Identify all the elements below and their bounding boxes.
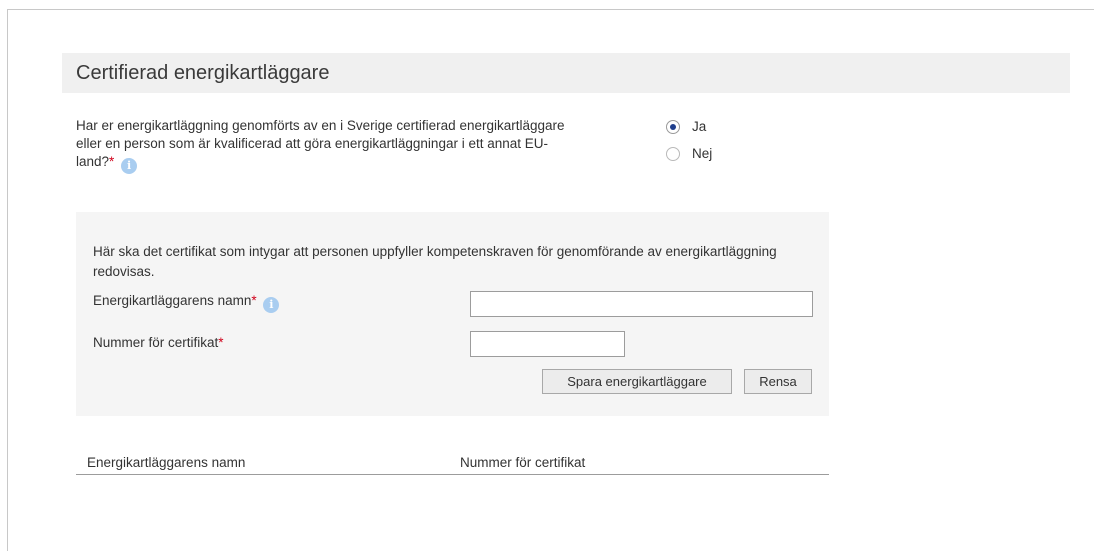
radio-button-ja[interactable] — [666, 119, 680, 134]
table-divider — [76, 474, 829, 475]
name-field-label: Energikartläggarens namn* i — [93, 293, 280, 313]
required-asterisk: * — [109, 154, 115, 169]
name-info-icon[interactable]: i — [263, 297, 280, 313]
info-icon[interactable]: i — [121, 158, 138, 174]
save-button[interactable]: Spara energikartläggare — [542, 369, 732, 394]
name-input[interactable] — [470, 291, 813, 317]
question-text: Har er energikartläggning genomförts av … — [76, 118, 565, 169]
section-title: Certifierad energikartläggare — [76, 62, 330, 84]
radio-option-nej[interactable]: Nej — [666, 146, 712, 161]
radio-option-ja[interactable]: Ja — [666, 119, 706, 134]
name-label-text: Energikartläggarens namn — [93, 293, 252, 308]
radio-button-nej[interactable] — [666, 146, 680, 161]
number-field-label: Nummer för certifikat* — [93, 335, 224, 350]
radio-selected-dot — [670, 123, 676, 130]
column-header-name: Energikartläggarens namn — [87, 455, 246, 470]
name-required-asterisk: * — [251, 293, 257, 308]
number-label-text: Nummer för certifikat — [93, 335, 219, 350]
certificate-number-input[interactable] — [470, 331, 625, 357]
radio-label-nej: Nej — [692, 146, 713, 161]
number-required-asterisk: * — [218, 335, 224, 350]
radio-label-ja: Ja — [692, 119, 707, 134]
column-header-number: Nummer för certifikat — [460, 455, 586, 470]
section-header: Certifierad energikartläggare — [62, 53, 1070, 93]
certified-question: Har er energikartläggning genomförts av … — [76, 117, 566, 174]
clear-button[interactable]: Rensa — [744, 369, 812, 394]
certificate-intro: Här ska det certifikat som intygar att p… — [93, 244, 777, 279]
